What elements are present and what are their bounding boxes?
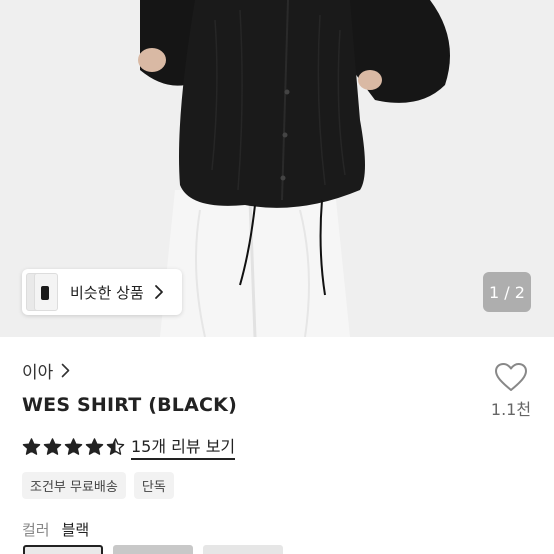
chevron-right-icon	[61, 363, 70, 378]
star-icon	[85, 438, 104, 455]
brand-link[interactable]: 이아	[22, 358, 70, 383]
like-count: 1.1천	[490, 400, 532, 419]
product-title: WES SHIRT (BLACK)	[22, 394, 237, 416]
page-total: 2	[514, 282, 525, 302]
rating-row: 15개 리뷰 보기	[22, 433, 236, 460]
chevron-right-icon	[154, 285, 163, 299]
color-swatch-3[interactable]	[203, 545, 283, 554]
option-label: 컬러	[22, 521, 50, 539]
color-option-row: 컬러 블랙	[22, 519, 89, 540]
like-button[interactable]: 1.1천	[488, 362, 534, 420]
star-icon	[43, 438, 62, 455]
star-icon	[64, 438, 83, 455]
tag-shipping: 조건부 무료배송	[22, 472, 126, 499]
rating-stars	[22, 437, 125, 456]
heart-outline-icon	[495, 363, 527, 391]
similar-products-button[interactable]: 비슷한 상품	[22, 269, 182, 315]
star-icon	[106, 438, 125, 455]
review-link[interactable]: 15개 리뷰 보기	[131, 433, 236, 460]
similar-products-thumbnail	[22, 269, 60, 315]
similar-products-label: 비슷한 상품	[70, 283, 144, 302]
option-value: 블랙	[61, 521, 90, 539]
tag-exclusive: 단독	[133, 472, 174, 499]
image-page-indicator: 1 / 2	[483, 272, 531, 312]
page-separator: /	[499, 282, 515, 302]
star-icon	[22, 438, 41, 455]
brand-name: 이아	[22, 363, 54, 383]
product-tags: 조건부 무료배송 단독	[22, 472, 174, 499]
color-swatch-2[interactable]	[113, 545, 193, 554]
page-current: 1	[489, 282, 500, 302]
color-swatch-1[interactable]	[23, 545, 103, 554]
product-image-gallery[interactable]: 비슷한 상품 1 / 2	[0, 0, 554, 337]
